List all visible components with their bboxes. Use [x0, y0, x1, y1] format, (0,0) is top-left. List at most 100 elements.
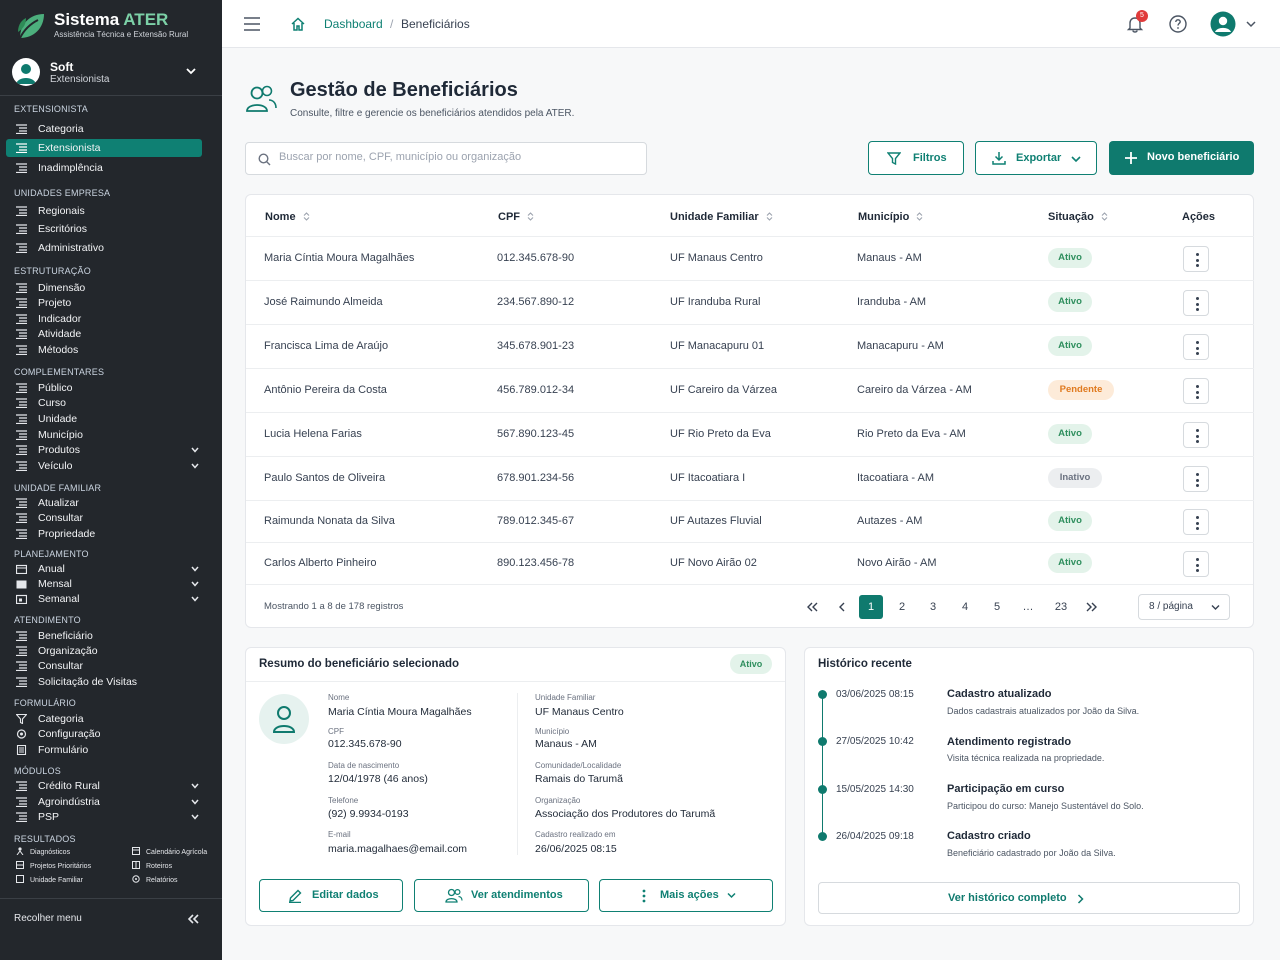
- per-page-select[interactable]: 8 / página: [1138, 594, 1230, 620]
- filters-button[interactable]: Filtros: [868, 141, 964, 175]
- view-attendances-button[interactable]: Ver atendimentos: [414, 879, 589, 912]
- sidebar-item-semanal[interactable]: Semanal: [6, 590, 202, 608]
- column-header-nome[interactable]: Nome: [265, 211, 310, 223]
- sidebar-item-propriedade[interactable]: Propriedade: [6, 525, 202, 543]
- section-resultados: RESULTADOS: [14, 834, 76, 844]
- avatar: [12, 58, 40, 86]
- filter-icon: [16, 714, 27, 724]
- sidebar-item-solicitacao-visitas[interactable]: Solicitação de Visitas: [6, 673, 202, 691]
- sidebar-item-inadimplencia[interactable]: Inadimplência: [6, 159, 202, 177]
- column-header-municipio[interactable]: Município: [858, 211, 923, 223]
- prev-page-icon[interactable]: [838, 602, 846, 612]
- list-icon: [16, 143, 27, 153]
- row-actions-button[interactable]: [1183, 509, 1209, 535]
- column-header-unidade-familiar[interactable]: Unidade Familiar: [670, 211, 773, 223]
- column-header-cpf[interactable]: CPF: [498, 211, 534, 223]
- sidebar-item-extensionista[interactable]: Extensionista: [6, 139, 202, 157]
- status-badge: Ativo: [1048, 424, 1092, 444]
- section-complementares: COMPLEMENTARES: [14, 367, 105, 377]
- full-history-link[interactable]: Ver histórico completo: [818, 882, 1240, 914]
- column-header-situacao[interactable]: Situação: [1048, 211, 1108, 223]
- chevron-down-icon: [191, 566, 199, 572]
- table-row[interactable]: Carlos Alberto Pinheiro 890.123.456-78 UF …: [246, 542, 1254, 584]
- sidebar-item-projetos-prioritarios[interactable]: Projetos Prioritários: [16, 861, 91, 870]
- timeline-dot: [818, 690, 827, 699]
- table-row[interactable]: Maria Cíntia Moura Magalhães 012.345.678-…: [246, 236, 1254, 280]
- chevron-down-icon: [186, 68, 196, 75]
- page-button-3[interactable]: 3: [921, 595, 945, 619]
- sidebar-item-formulario[interactable]: Formulário: [6, 741, 202, 759]
- sidebar-item-administrativo[interactable]: Administrativo: [6, 239, 202, 257]
- row-actions-button[interactable]: [1183, 290, 1209, 316]
- page-button-4[interactable]: 4: [953, 595, 977, 619]
- first-page-icon[interactable]: [807, 602, 819, 612]
- sidebar-item-veiculo[interactable]: Veículo: [6, 457, 202, 475]
- home-icon[interactable]: [290, 16, 306, 32]
- chevron-down-icon: [191, 581, 199, 587]
- table-row[interactable]: Raimunda Nonata da Silva 789.012.345-67 UF…: [246, 500, 1254, 542]
- avatar: [259, 694, 309, 744]
- table-row[interactable]: Lucia Helena Farias 567.890.123-45 UF Rio …: [246, 412, 1254, 456]
- sidebar-item-calendario-agricola[interactable]: Calendário Agrícola: [132, 847, 207, 856]
- sidebar-item-unidade-familiar-res[interactable]: Unidade Familiar: [16, 875, 83, 884]
- row-actions-button[interactable]: [1183, 246, 1209, 272]
- row-actions-button[interactable]: [1183, 378, 1209, 404]
- page-button-1[interactable]: 1: [859, 595, 883, 619]
- export-button[interactable]: Exportar: [975, 141, 1097, 175]
- person-icon: [16, 847, 24, 855]
- more-actions-button[interactable]: Mais ações: [599, 879, 773, 912]
- list-icon: [16, 206, 27, 216]
- sidebar-item-relatorios[interactable]: Relatórios: [132, 875, 178, 884]
- list-icon: [16, 345, 27, 355]
- summary-nascimento: 12/04/1978 (46 anos): [328, 773, 428, 785]
- column-header-acoes: Ações: [1182, 211, 1216, 223]
- topbar: Dashboard / Beneficiários 5: [222, 0, 1280, 48]
- notifications-button[interactable]: 5: [1124, 10, 1148, 36]
- sort-icon: [303, 212, 309, 221]
- section-estruturacao: ESTRUTURAÇÃO: [14, 266, 91, 276]
- list-icon: [16, 283, 27, 293]
- sidebar-item-diagnosticos[interactable]: Diagnósticos: [16, 847, 70, 856]
- list-icon: [16, 646, 27, 656]
- row-actions-button[interactable]: [1183, 422, 1209, 448]
- collapse-menu-button[interactable]: Recolher menu: [0, 898, 222, 938]
- list-icon: [16, 631, 27, 641]
- new-beneficiary-button[interactable]: Novo beneficiário: [1109, 141, 1254, 175]
- sort-icon: [916, 212, 923, 221]
- summary-title: Resumo do beneficiário selecionado: [259, 658, 460, 670]
- table-row[interactable]: José Raimundo Almeida 234.567.890-12 UF Ir…: [246, 280, 1254, 324]
- sidebar-item-regionais[interactable]: Regionais: [6, 202, 202, 220]
- status-badge: Ativo: [1048, 553, 1092, 573]
- page-button-2[interactable]: 2: [890, 595, 914, 619]
- sidebar-item-escritorios[interactable]: Escritórios: [6, 220, 202, 238]
- edit-data-button[interactable]: Editar dados: [259, 879, 403, 912]
- profile-menu[interactable]: [1210, 11, 1260, 37]
- sort-icon: [1101, 212, 1108, 221]
- row-actions-button[interactable]: [1183, 466, 1209, 492]
- list-icon: [16, 298, 27, 308]
- list-icon: [16, 812, 27, 822]
- sidebar-item-metodos[interactable]: Métodos: [6, 341, 202, 359]
- sidebar-item-psp[interactable]: PSP: [6, 808, 202, 826]
- table-row[interactable]: Paulo Santos de Oliveira 678.901.234-56 UF…: [246, 456, 1254, 500]
- page-title: Gestão de Beneficiários: [290, 79, 518, 101]
- last-page-icon[interactable]: [1085, 602, 1097, 612]
- page-button-23[interactable]: 23: [1049, 595, 1073, 619]
- chevron-right-icon: [1077, 894, 1084, 904]
- row-actions-button[interactable]: [1183, 334, 1209, 360]
- sidebar-item-roteiros[interactable]: Roteiros: [132, 861, 172, 870]
- row-actions-button[interactable]: [1183, 551, 1209, 577]
- hamburger-menu-icon[interactable]: [244, 17, 260, 31]
- list-icon: [16, 383, 27, 393]
- table-row[interactable]: Francisca Lima de Araújo 345.678.901-23 UF…: [246, 324, 1254, 368]
- help-icon[interactable]: [1169, 15, 1187, 33]
- history-item-title: Cadastro criado: [947, 830, 1031, 842]
- search-input[interactable]: [279, 151, 639, 163]
- sidebar-item-categoria[interactable]: Categoria: [6, 120, 202, 138]
- section-unidade-familiar: UNIDADE FAMILIAR: [14, 483, 102, 493]
- page-button-5[interactable]: 5: [985, 595, 1009, 619]
- status-badge: Ativo: [1048, 336, 1092, 356]
- user-menu[interactable]: Soft Extensionista: [0, 48, 222, 96]
- breadcrumb-dashboard[interactable]: Dashboard: [324, 17, 383, 31]
- table-row[interactable]: Antônio Pereira da Costa 456.789.012-34 UF…: [246, 368, 1254, 412]
